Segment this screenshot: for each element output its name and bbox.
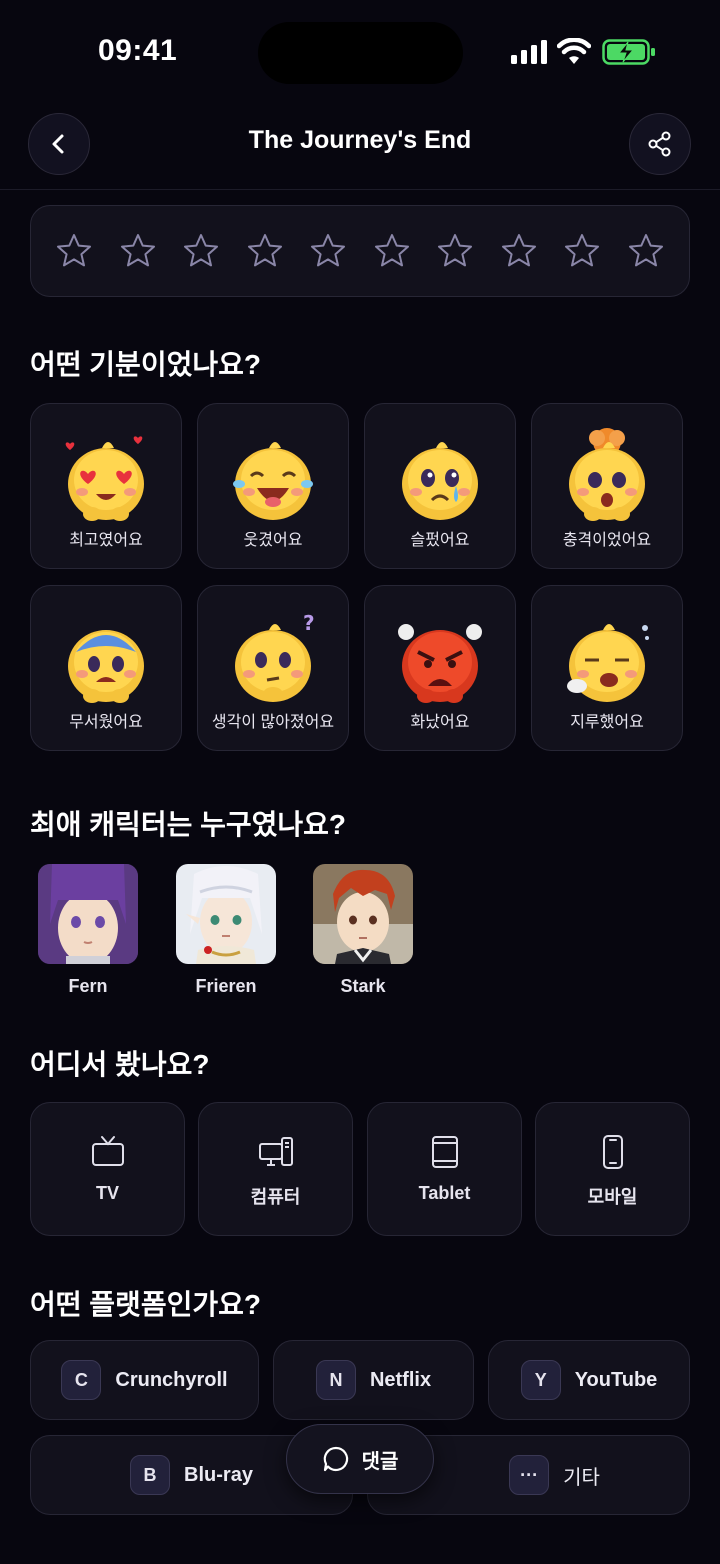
heart-eyes-emoji: [65, 436, 144, 521]
device-label: 컴퓨터: [250, 1187, 301, 1207]
mood-label: 충격이었어요: [562, 532, 652, 549]
device-label: TV: [95, 1183, 119, 1203]
mood-label: 최고였어요: [69, 532, 143, 549]
tablet-icon: [431, 1136, 458, 1168]
mood-option[interactable]: ? 생각이 많아졌어요: [197, 585, 349, 751]
platform-name: Netflix: [369, 1368, 432, 1391]
mood-label: 웃겼어요: [243, 532, 303, 549]
scared-emoji: [68, 630, 144, 703]
mood-label: 무서웠어요: [69, 714, 143, 731]
cellular-signal-icon: [511, 40, 547, 64]
character-avatar: [38, 864, 138, 964]
page-title: The Journey's End: [248, 126, 472, 154]
star-1-icon[interactable]: [55, 232, 93, 270]
mind-blown-emoji: [569, 428, 645, 521]
star-7-icon[interactable]: [436, 232, 474, 270]
laughing-emoji: [233, 442, 313, 520]
platform-section-title: 어떤 플랫폼인가요?: [30, 1289, 261, 1320]
mood-option[interactable]: 지루했어요: [531, 585, 683, 751]
character-section-title: 최애 캐릭터는 누구였나요?: [30, 809, 347, 840]
character-name: Frieren: [195, 976, 257, 996]
battery-charging-icon: [602, 39, 655, 65]
status-time: 09:41: [98, 34, 178, 67]
wifi-icon: [557, 38, 591, 64]
star-3-icon[interactable]: [182, 232, 220, 270]
star-9-icon[interactable]: [563, 232, 601, 270]
thinking-emoji: ?: [235, 611, 315, 702]
character-stark[interactable]: Stark: [313, 864, 413, 997]
mood-label: 슬펐어요: [410, 532, 470, 549]
star-6-icon[interactable]: [373, 232, 411, 270]
mobile-icon: [602, 1135, 623, 1169]
share-icon: [648, 131, 671, 157]
platform-badge: N: [315, 1360, 356, 1400]
mood-option[interactable]: 웃겼어요: [197, 403, 349, 569]
mood-option[interactable]: 충격이었어요: [531, 403, 683, 569]
platform-badge: B: [130, 1455, 171, 1495]
mood-option[interactable]: 화났어요: [364, 585, 516, 751]
character-fern[interactable]: Fern: [38, 864, 138, 997]
back-button[interactable]: [28, 113, 90, 175]
platform-name: Blu-ray: [184, 1463, 253, 1486]
mood-section-title: 어떤 기분이었나요?: [30, 349, 261, 380]
platform-name: 기타: [563, 1466, 600, 1489]
device-tablet[interactable]: Tablet: [367, 1102, 522, 1236]
character-name: Stark: [340, 976, 386, 996]
star-4-icon[interactable]: [246, 232, 284, 270]
star-rating: [30, 205, 690, 297]
share-button[interactable]: [629, 113, 691, 175]
platform-badge: ···: [509, 1455, 550, 1495]
device-label: Tablet: [418, 1183, 471, 1203]
mood-option[interactable]: 최고였어요: [30, 403, 182, 569]
platform-badge: C: [61, 1360, 102, 1400]
star-10-icon[interactable]: [627, 232, 665, 270]
bored-emoji: [567, 624, 649, 702]
platform-name: YouTube: [574, 1368, 658, 1391]
platform-youtube[interactable]: Y YouTube: [488, 1340, 690, 1420]
platform-netflix[interactable]: N Netflix: [273, 1340, 474, 1420]
mood-label: 생각이 많아졌어요: [211, 714, 335, 731]
device-label: 모바일: [587, 1187, 638, 1207]
chat-bubble-icon: [323, 1446, 348, 1472]
mood-label: 화났어요: [410, 714, 470, 731]
header-divider: [0, 189, 720, 190]
mood-label: 지루했어요: [570, 714, 644, 731]
device-section-title: 어디서 봤나요?: [30, 1049, 210, 1080]
device-mobile[interactable]: 모바일: [535, 1102, 690, 1236]
sad-emoji: [402, 442, 478, 520]
star-2-icon[interactable]: [119, 232, 157, 270]
platform-crunchyroll[interactable]: C Crunchyroll: [30, 1340, 259, 1420]
comment-button[interactable]: 댓글: [286, 1424, 434, 1494]
platform-badge: Y: [520, 1360, 561, 1400]
tv-icon: [91, 1136, 124, 1166]
character-avatar: [176, 864, 276, 964]
angry-emoji: [398, 624, 482, 703]
comment-label: 댓글: [361, 1450, 399, 1473]
platform-name: Crunchyroll: [115, 1368, 228, 1391]
mood-option[interactable]: 슬펐어요: [364, 403, 516, 569]
character-name: Fern: [68, 976, 108, 996]
mood-option[interactable]: 무서웠어요: [30, 585, 182, 751]
device-tv[interactable]: TV: [30, 1102, 185, 1236]
dynamic-island: [258, 22, 463, 84]
chevron-left-icon: [52, 134, 64, 154]
svg-text:?: ?: [303, 611, 315, 635]
character-avatar: [313, 864, 413, 964]
star-8-icon[interactable]: [500, 232, 538, 270]
character-frieren[interactable]: Frieren: [176, 864, 276, 997]
computer-icon: [258, 1137, 293, 1166]
device-computer[interactable]: 컴퓨터: [198, 1102, 353, 1236]
star-5-icon[interactable]: [309, 232, 347, 270]
